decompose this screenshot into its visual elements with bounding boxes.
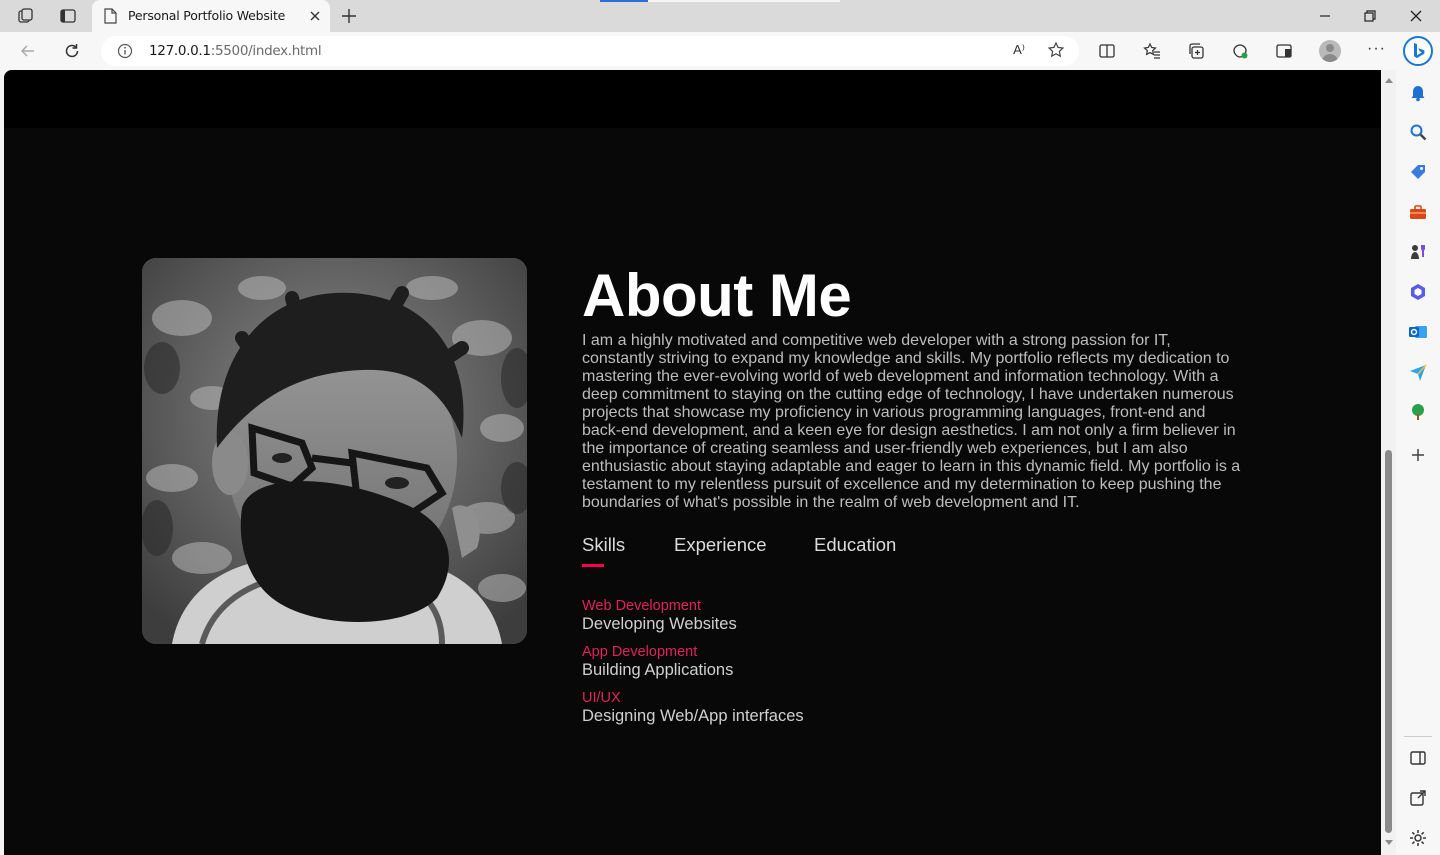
bing-copilot-button[interactable] (1403, 36, 1433, 66)
settings-icon[interactable] (1408, 828, 1428, 848)
more-options-icon[interactable]: ··· (1367, 40, 1386, 58)
list-item: Web Development Developing Websites (582, 598, 1252, 634)
plus-icon[interactable] (1408, 445, 1428, 465)
refresh-icon[interactable] (63, 42, 81, 60)
tab-skills[interactable]: Skills (582, 534, 625, 567)
browser-essentials-icon[interactable] (1231, 42, 1249, 60)
back-icon[interactable] (19, 42, 37, 60)
tab-experience[interactable]: Experience (674, 534, 767, 556)
address-bar-row: 127.0.0.1:5500/index.html A⁾ ··· (0, 32, 1440, 70)
about-paragraph: I am a highly motivated and competitive … (582, 332, 1241, 511)
copilot-icon[interactable] (1408, 282, 1428, 302)
skills-list: Web Development Developing Websites App … (582, 598, 1252, 726)
tab-personal-portfolio[interactable]: Personal Portfolio Website (92, 0, 330, 32)
about-section: About Me I am a highly motivated and com… (582, 262, 1252, 736)
bell-icon[interactable] (1408, 82, 1428, 102)
close-window-icon[interactable] (1408, 8, 1424, 24)
tab-education[interactable]: Education (814, 534, 896, 556)
loading-indicator (600, 0, 648, 2)
outlook-icon[interactable] (1408, 322, 1428, 342)
about-tabs: Skills Experience Education (582, 534, 1252, 567)
browser-tab-bar: Personal Portfolio Website (0, 0, 1440, 32)
portrait-image (142, 258, 527, 644)
favorites-icon[interactable] (1143, 42, 1161, 60)
tag-icon[interactable] (1408, 162, 1428, 182)
page-viewport: About Me I am a highly motivated and com… (4, 70, 1381, 855)
external-link-icon[interactable] (1408, 788, 1428, 808)
workspaces-icon[interactable] (17, 7, 35, 25)
tab-actions-icon[interactable] (59, 7, 77, 25)
toolbox-icon[interactable] (1408, 202, 1428, 222)
site-info-icon[interactable] (117, 43, 133, 59)
list-item: App Development Building Applications (582, 644, 1252, 680)
scroll-down-arrow-icon[interactable] (1385, 840, 1393, 845)
list-item: UI/UX Designing Web/App interfaces (582, 690, 1252, 726)
chess-icon[interactable] (1408, 242, 1428, 262)
skill-description: Building Applications (582, 661, 734, 679)
sidebar-toggle-icon[interactable] (1408, 748, 1428, 768)
favorite-star-icon[interactable] (1047, 41, 1065, 59)
scrollbar-thumb[interactable] (1385, 450, 1392, 833)
address-input[interactable]: 127.0.0.1:5500/index.html A⁾ (101, 36, 1079, 66)
skill-description: Designing Web/App interfaces (582, 707, 804, 725)
read-aloud-icon[interactable]: A⁾ (1013, 42, 1025, 58)
skill-description: Developing Websites (582, 615, 737, 633)
restore-icon[interactable] (1362, 8, 1378, 24)
skill-category: Web Development (582, 598, 702, 614)
new-tab-icon[interactable] (340, 7, 358, 25)
tree-icon[interactable] (1408, 402, 1428, 422)
close-tab-icon[interactable] (308, 9, 322, 23)
edge-sidebar (1396, 70, 1440, 855)
profile-photo (142, 258, 527, 644)
tab-title: Personal Portfolio Website (128, 8, 286, 23)
page-icon (104, 8, 117, 24)
page-scrollbar[interactable] (1381, 70, 1396, 855)
skill-category: App Development (582, 644, 698, 660)
skill-category: UI/UX (582, 690, 621, 706)
sidebar-divider (1404, 736, 1432, 737)
search-icon[interactable] (1408, 122, 1428, 142)
scroll-up-arrow-icon[interactable] (1385, 78, 1393, 83)
url-host: 127.0.0.1 (149, 43, 211, 59)
collections-icon[interactable] (1187, 42, 1205, 60)
bing-icon (1414, 43, 1425, 58)
url-text: 127.0.0.1:5500/index.html (149, 43, 322, 59)
minimize-icon[interactable] (1317, 8, 1333, 24)
loading-track (648, 0, 840, 2)
split-screen-icon[interactable] (1098, 42, 1116, 60)
url-path: :5500/index.html (210, 43, 322, 59)
site-header (4, 70, 1381, 128)
sidebar-pane-icon[interactable] (1275, 42, 1293, 60)
about-title: About Me (582, 262, 852, 329)
profile-avatar[interactable] (1319, 40, 1341, 62)
send-icon[interactable] (1408, 362, 1428, 382)
